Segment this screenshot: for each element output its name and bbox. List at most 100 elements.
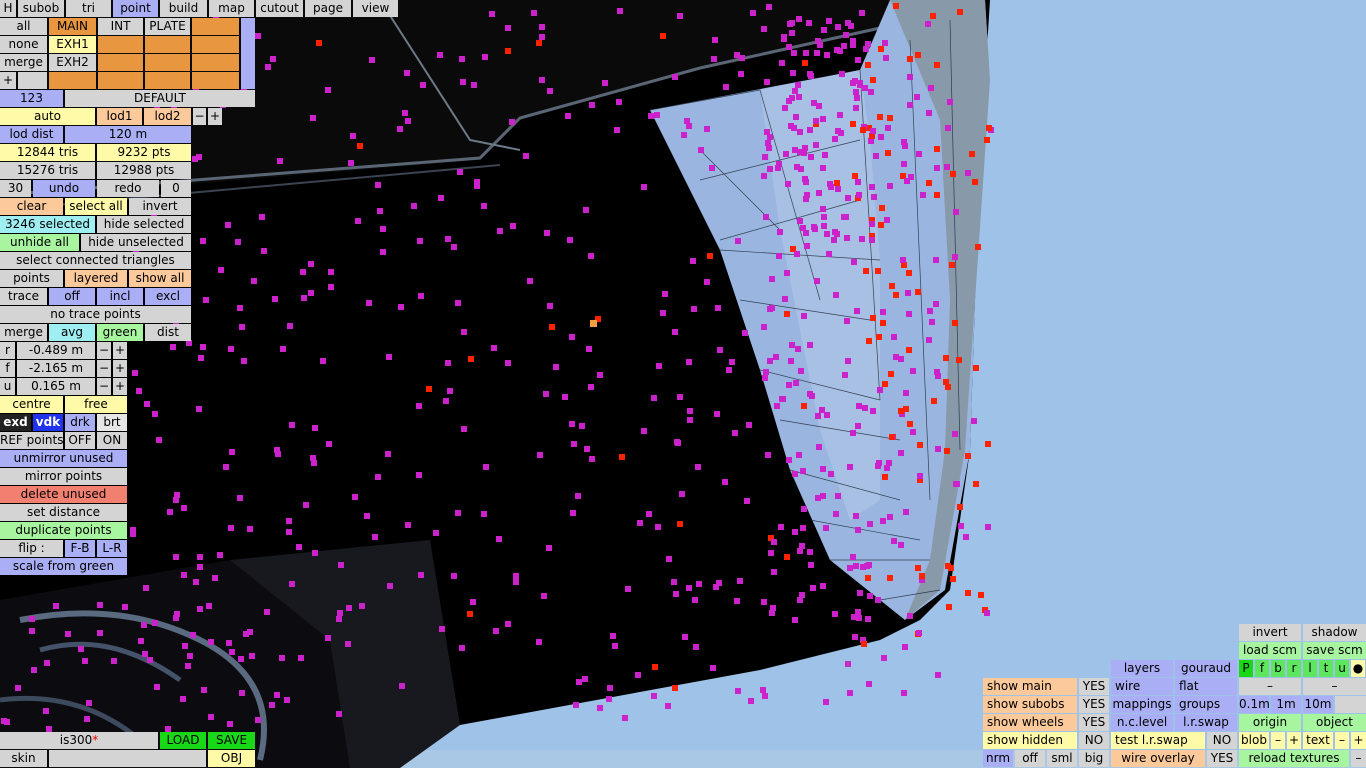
vertex-point[interactable] xyxy=(882,474,888,480)
vertex-point[interactable] xyxy=(637,520,643,526)
vertex-point[interactable] xyxy=(929,319,935,325)
vertex-point[interactable] xyxy=(882,40,888,46)
vertex-point[interactable] xyxy=(910,368,916,374)
vertex-point[interactable] xyxy=(808,562,814,568)
vertex-point[interactable] xyxy=(567,237,573,243)
vertex-point[interactable] xyxy=(786,457,792,463)
vertex-point[interactable] xyxy=(850,38,856,44)
vertex-point[interactable] xyxy=(350,133,356,139)
vertex-point[interactable] xyxy=(833,292,839,298)
vertex-point[interactable] xyxy=(904,178,910,184)
vertex-point[interactable] xyxy=(865,62,871,68)
vertex-point[interactable] xyxy=(277,158,283,164)
vertex-point[interactable] xyxy=(852,173,858,179)
vertex-point[interactable] xyxy=(303,502,309,508)
vertex-point[interactable] xyxy=(180,696,186,702)
vertex-point[interactable] xyxy=(945,125,951,131)
vertex-point[interactable] xyxy=(537,452,543,458)
vertex-point[interactable] xyxy=(933,257,939,263)
vertex-point[interactable] xyxy=(274,692,280,698)
vertex-point[interactable] xyxy=(196,406,202,412)
flip-fb-button[interactable]: F-B xyxy=(65,540,95,557)
vertex-point[interactable] xyxy=(712,37,718,43)
vertex-point[interactable] xyxy=(953,209,959,215)
vertex-point[interactable] xyxy=(455,510,461,516)
vertex-point[interactable] xyxy=(513,573,519,579)
vertex-point[interactable] xyxy=(565,113,571,119)
vertex-point[interactable] xyxy=(352,494,358,500)
vertex-point[interactable] xyxy=(357,143,363,149)
vertex-point[interactable] xyxy=(416,403,422,409)
vertex-point[interactable] xyxy=(437,52,443,58)
vertex-point[interactable] xyxy=(696,581,702,587)
vertex-point[interactable] xyxy=(679,491,685,497)
invert-view-button[interactable]: invert xyxy=(1239,624,1301,641)
vertex-point[interactable] xyxy=(843,214,849,220)
vertex-point[interactable] xyxy=(848,23,854,29)
load-scm-button[interactable]: load scm xyxy=(1239,642,1301,659)
vertex-point[interactable] xyxy=(861,641,867,647)
vertex-point[interactable] xyxy=(853,563,859,569)
coord-u-minus[interactable]: − xyxy=(97,378,111,395)
vertex-point[interactable] xyxy=(455,300,461,306)
vertex-point[interactable] xyxy=(762,154,768,160)
vertex-point[interactable] xyxy=(907,421,913,427)
layer-slot[interactable] xyxy=(98,36,143,53)
coord-u-plus[interactable]: + xyxy=(113,378,127,395)
vertex-point[interactable] xyxy=(906,270,912,276)
vertex-point[interactable] xyxy=(820,466,826,472)
ref-on-button[interactable]: ON xyxy=(97,432,127,449)
vertex-point[interactable] xyxy=(681,132,687,138)
vertex-point[interactable] xyxy=(866,681,872,687)
vertex-point[interactable] xyxy=(481,511,487,517)
big-button[interactable]: big xyxy=(1079,750,1109,767)
vertex-point[interactable] xyxy=(143,585,149,591)
vertex-point[interactable] xyxy=(539,77,545,83)
vertex-point[interactable] xyxy=(769,610,775,616)
tab-map[interactable]: map xyxy=(209,0,254,17)
vertex-point[interactable] xyxy=(795,346,801,352)
vertex-point[interactable] xyxy=(835,493,841,499)
vertex-point[interactable] xyxy=(784,311,790,317)
vertex-point[interactable] xyxy=(865,616,871,622)
vertex-point[interactable] xyxy=(854,308,860,314)
vertex-point[interactable] xyxy=(744,498,750,504)
vertex-point[interactable] xyxy=(238,656,244,662)
vertex-point[interactable] xyxy=(468,356,474,362)
vertex-point[interactable] xyxy=(203,297,209,303)
vertex-point[interactable] xyxy=(677,13,683,19)
vertex-point[interactable] xyxy=(677,521,683,527)
vertex-point[interactable] xyxy=(875,463,881,469)
vertex-point[interactable] xyxy=(239,690,245,696)
vertex-point[interactable] xyxy=(742,330,748,336)
vertex-point[interactable] xyxy=(926,337,932,343)
vertex-point[interactable] xyxy=(859,236,865,242)
vertex-point[interactable] xyxy=(807,342,813,348)
vertex-point[interactable] xyxy=(510,223,516,229)
vertex-point[interactable] xyxy=(255,717,261,723)
nc-level-button[interactable]: n.c.level xyxy=(1111,714,1173,731)
vertex-point[interactable] xyxy=(380,226,386,232)
flat-button[interactable]: flat xyxy=(1175,678,1237,695)
vertex-point[interactable] xyxy=(837,112,843,118)
vertex-point[interactable] xyxy=(732,430,738,436)
vertex-point[interactable] xyxy=(837,48,843,54)
vertex-point[interactable] xyxy=(919,573,925,579)
vertex-point[interactable] xyxy=(459,645,465,651)
vertex-point[interactable] xyxy=(903,390,909,396)
vertex-point[interactable] xyxy=(835,128,841,134)
menu-h[interactable]: H xyxy=(0,0,16,17)
vertex-point[interactable] xyxy=(325,87,331,93)
vertex-point[interactable] xyxy=(954,481,960,487)
vertex-point[interactable] xyxy=(847,464,853,470)
vertex-point[interactable] xyxy=(489,11,495,17)
vertex-point[interactable] xyxy=(766,145,772,151)
vertex-point[interactable] xyxy=(687,408,693,414)
vertex-point[interactable] xyxy=(345,641,351,647)
vertex-point[interactable] xyxy=(928,85,934,91)
vertex-point[interactable] xyxy=(915,52,921,58)
vertex-point[interactable] xyxy=(451,244,457,250)
vertex-point[interactable] xyxy=(320,358,326,364)
coord-f-plus[interactable]: + xyxy=(113,360,127,377)
vertex-point[interactable] xyxy=(855,179,861,185)
